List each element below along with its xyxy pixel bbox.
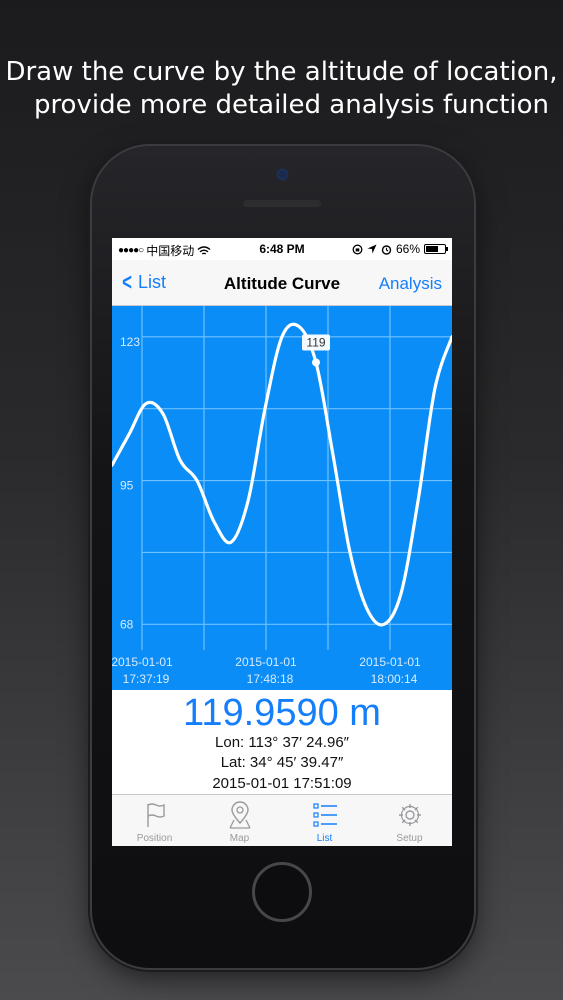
front-camera bbox=[278, 170, 287, 179]
altitude-chart-svg: 123 95 68 2015-01-01 17:37:19 2015-01-01 17:48… bbox=[112, 306, 452, 690]
x-tick-time: 17:48:18 bbox=[247, 672, 294, 686]
list-icon bbox=[312, 803, 337, 827]
status-bar: ●●●●○ 中国移动 6:48 PM 66% bbox=[112, 238, 452, 260]
x-tick-date: 2015-01-01 bbox=[235, 655, 297, 669]
tab-map[interactable]: Map bbox=[197, 795, 282, 846]
home-button bbox=[252, 862, 312, 922]
y-tick-label: 123 bbox=[120, 335, 140, 349]
power-button bbox=[474, 300, 478, 360]
x-tick-date: 2015-01-01 bbox=[112, 655, 173, 669]
navigation-bar: < List Altitude Curve Analysis bbox=[112, 260, 452, 306]
map-pin-icon bbox=[228, 801, 251, 829]
battery-icon bbox=[424, 244, 448, 254]
alarm-icon bbox=[381, 244, 392, 255]
chart-background bbox=[112, 306, 452, 690]
flag-icon bbox=[146, 803, 165, 827]
tab-setup[interactable]: Setup bbox=[367, 795, 452, 846]
location-arrow-icon bbox=[367, 244, 377, 254]
x-tick-time: 17:37:19 bbox=[123, 672, 170, 686]
tab-bar: Position Map List Setup bbox=[112, 794, 452, 846]
tab-label: Setup bbox=[396, 833, 423, 844]
longitude-value: Lon: 113° 37′ 24.96″ bbox=[215, 734, 349, 751]
altitude-value: 119.9590 m bbox=[183, 692, 381, 734]
altitude-readout: 119.9590 m Lon: 113° 37′ 24.96″ Lat: 34°… bbox=[112, 690, 452, 794]
app-screen: ●●●●○ 中国移动 6:48 PM 66% < List Altitude C… bbox=[112, 238, 452, 846]
altitude-chart[interactable]: 123 95 68 2015-01-01 17:37:19 2015-01-01 17:48… bbox=[112, 306, 452, 690]
point-datetime: 2015-01-01 17:51:09 bbox=[212, 775, 352, 792]
tab-label: Position bbox=[136, 833, 173, 844]
tab-label: List bbox=[316, 833, 333, 844]
back-button-label: List bbox=[138, 272, 167, 292]
promo-caption: Draw the curve by the altitude of locati… bbox=[0, 56, 563, 122]
tab-position[interactable]: Position bbox=[112, 795, 197, 846]
promo-line-2: provide more detailed analysis function bbox=[33, 90, 550, 120]
back-to-list-button[interactable]: < List bbox=[120, 268, 167, 296]
gear-icon bbox=[398, 804, 421, 826]
selected-point-marker bbox=[312, 358, 320, 367]
x-tick-time: 18:00:14 bbox=[371, 672, 418, 686]
rotation-lock-icon bbox=[352, 244, 363, 254]
marker-label: 119 bbox=[306, 335, 325, 349]
latitude-value: Lat: 34° 45′ 39.47″ bbox=[220, 754, 344, 771]
battery-percent: 66% bbox=[395, 242, 420, 256]
gear-ring bbox=[400, 805, 419, 825]
y-tick-label: 95 bbox=[120, 479, 134, 493]
promo-line-1: Draw the curve by the altitude of locati… bbox=[5, 57, 558, 87]
x-tick-date: 2015-01-01 bbox=[359, 655, 421, 669]
analysis-button[interactable]: Analysis bbox=[379, 274, 442, 294]
tab-label: Map bbox=[229, 833, 250, 844]
y-tick-label: 68 bbox=[120, 617, 134, 631]
chevron-left-icon: < bbox=[122, 268, 132, 296]
tab-list[interactable]: List bbox=[282, 795, 367, 846]
earpiece-speaker bbox=[243, 200, 321, 207]
